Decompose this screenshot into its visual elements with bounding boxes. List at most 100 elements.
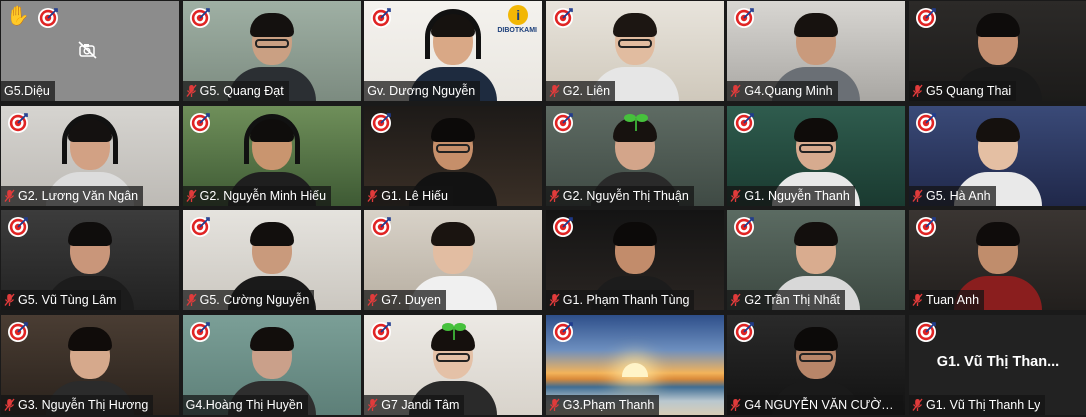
- participant-name-label: G2. Liên: [545, 81, 616, 101]
- participant-name-label: G5 Quang Thai: [908, 81, 1017, 101]
- mic-muted-icon[interactable]: [4, 189, 15, 203]
- target-icon: [915, 112, 937, 134]
- target-icon: [189, 112, 211, 134]
- hair-shape: [249, 222, 294, 246]
- glasses-shape: [436, 352, 471, 362]
- participant-name-label: G4 NGUYỄN VĂN CƯỜNG: [727, 394, 904, 415]
- sun-shape: [621, 362, 648, 377]
- glasses-shape: [254, 39, 289, 48]
- mic-muted-icon[interactable]: [4, 398, 15, 412]
- mic-muted-icon[interactable]: [549, 398, 560, 412]
- participant-name-label: G5. Cường Nguyễn: [182, 290, 315, 310]
- sprout-headband-icon: [441, 319, 467, 341]
- target-icon: [7, 216, 29, 238]
- participant-name-label: G4.Hoàng Thị Huyền: [182, 394, 308, 415]
- participant-name: G5. Cường Nguyễn: [199, 293, 310, 307]
- hair-shape: [249, 13, 294, 37]
- hair-shape: [612, 222, 657, 246]
- participant-tile[interactable]: G7 Jandi Tâm: [364, 314, 543, 415]
- hair-shape: [794, 222, 839, 246]
- participant-tile[interactable]: G5 Quang Thai: [908, 1, 1086, 101]
- participant-tile[interactable]: G5. Hà Anh: [908, 105, 1086, 206]
- participant-tile[interactable]: G2 Trần Thị Nhất: [727, 210, 906, 310]
- participant-name: G1. Nguyễn Thanh: [744, 188, 850, 203]
- participant-tile[interactable]: G1. Nguyễn Thanh: [727, 105, 906, 206]
- participant-name-label: G1. Nguyễn Thanh: [727, 185, 855, 206]
- mic-muted-icon[interactable]: [912, 189, 923, 203]
- participant-tile[interactable]: G7. Duyen: [364, 210, 543, 310]
- participant-tile[interactable]: G1. Vũ Thị Than... G1. Vũ Thị Thanh Ly: [908, 314, 1086, 415]
- hair-shape: [975, 13, 1020, 37]
- participant-tile[interactable]: G4.Quang Minh: [727, 1, 906, 101]
- participant-name-label: G3. Nguyễn Thị Hương: [1, 394, 154, 415]
- mic-muted-icon[interactable]: [730, 398, 741, 412]
- target-icon: [915, 321, 937, 343]
- mic-muted-icon[interactable]: [549, 293, 560, 307]
- participant-tile[interactable]: G5. Vũ Tùng Lâm: [1, 210, 179, 310]
- participant-tile[interactable]: G1. Phạm Thanh Tùng: [545, 210, 724, 310]
- participant-name: G5. Vũ Tùng Lâm: [18, 293, 117, 307]
- participant-tile[interactable]: G2. Lương Văn Ngân: [1, 105, 179, 206]
- participant-tile[interactable]: ✋ G5.Diệu: [1, 1, 179, 101]
- mic-muted-icon[interactable]: [367, 189, 378, 203]
- participant-name-label: Gv. Dương Nguyễn: [364, 81, 481, 101]
- target-icon: [915, 7, 937, 29]
- glasses-shape: [799, 352, 834, 362]
- hair-shape: [975, 222, 1020, 246]
- mic-muted-icon[interactable]: [186, 84, 197, 98]
- participant-name: G1. Vũ Thị Thanh Ly: [925, 397, 1041, 412]
- mic-muted-icon[interactable]: [912, 293, 923, 307]
- participant-tile[interactable]: G2. Liên: [545, 1, 724, 101]
- headphones-shape: [243, 113, 300, 164]
- participant-tile[interactable]: G2. Nguyễn Minh Hiếu: [182, 105, 361, 206]
- participant-tile[interactable]: G1. Lê Hiếu: [364, 105, 543, 206]
- participant-tile[interactable]: G4 NGUYỄN VĂN CƯỜNG: [727, 314, 906, 415]
- participant-tile[interactable]: G5. Quang Đạt: [182, 1, 361, 101]
- participant-tile[interactable]: G2. Nguyễn Thị Thuận: [545, 105, 724, 206]
- target-icon: [7, 112, 29, 134]
- participant-tile[interactable]: G3.Phạm Thanh: [545, 314, 724, 415]
- participant-name: G5. Hà Anh: [925, 188, 991, 203]
- mic-muted-icon[interactable]: [4, 293, 15, 307]
- headphones-shape: [425, 9, 482, 59]
- mic-muted-icon[interactable]: [730, 189, 741, 203]
- participant-name: G4.Hoàng Thị Huyền: [185, 397, 303, 412]
- participant-name-label: G5. Hà Anh: [908, 185, 996, 206]
- participant-name: G2. Nguyễn Thị Thuận: [562, 188, 689, 203]
- glasses-shape: [799, 143, 834, 153]
- target-icon: [733, 112, 755, 134]
- participant-name: G3. Nguyễn Thị Hương: [18, 397, 149, 412]
- target-icon: [37, 7, 59, 29]
- brand-logo: i DIBOTKAMI: [496, 5, 538, 45]
- participant-name: G2. Nguyễn Minh Hiếu: [199, 188, 327, 203]
- participant-tile[interactable]: Tuan Anh: [908, 210, 1086, 310]
- participant-name: G5.Diệu: [4, 84, 50, 98]
- target-icon: [552, 112, 574, 134]
- sprout-headband-icon: [623, 110, 649, 132]
- mic-muted-icon[interactable]: [549, 189, 560, 203]
- participant-name: G1. Phạm Thanh Tùng: [562, 293, 690, 307]
- mic-muted-icon[interactable]: [730, 293, 741, 307]
- mic-muted-icon[interactable]: [730, 84, 741, 98]
- raised-hand-icon: ✋: [6, 6, 30, 27]
- mic-muted-icon[interactable]: [186, 189, 197, 203]
- participant-tile[interactable]: G3. Nguyễn Thị Hương: [1, 314, 179, 415]
- participant-name: G3.Phạm Thanh: [562, 397, 655, 412]
- participant-name-label: G7. Duyen: [364, 290, 446, 310]
- participant-tile[interactable]: G4.Hoàng Thị Huyền: [182, 314, 361, 415]
- mic-muted-icon[interactable]: [367, 293, 378, 307]
- participant-tile[interactable]: i DIBOTKAMI Gv. Dương Nguyễn: [364, 1, 543, 101]
- gallery-grid: ✋ G5.Diệu G5. Quang Đạt i DIBOTKAMI Gv. Dương…: [0, 0, 1086, 417]
- target-icon: [370, 216, 392, 238]
- mic-muted-icon[interactable]: [367, 398, 378, 412]
- participant-tile[interactable]: G5. Cường Nguyễn: [182, 210, 361, 310]
- participant-name-label: G1. Vũ Thị Thanh Ly: [908, 394, 1046, 415]
- hair-shape: [794, 13, 839, 37]
- mic-muted-icon[interactable]: [912, 398, 923, 412]
- participant-name-label: G4.Quang Minh: [727, 81, 838, 101]
- mic-muted-icon[interactable]: [912, 84, 923, 98]
- glasses-shape: [436, 143, 471, 153]
- mic-muted-icon[interactable]: [186, 293, 197, 307]
- mic-muted-icon[interactable]: [549, 84, 560, 98]
- target-icon: [370, 321, 392, 343]
